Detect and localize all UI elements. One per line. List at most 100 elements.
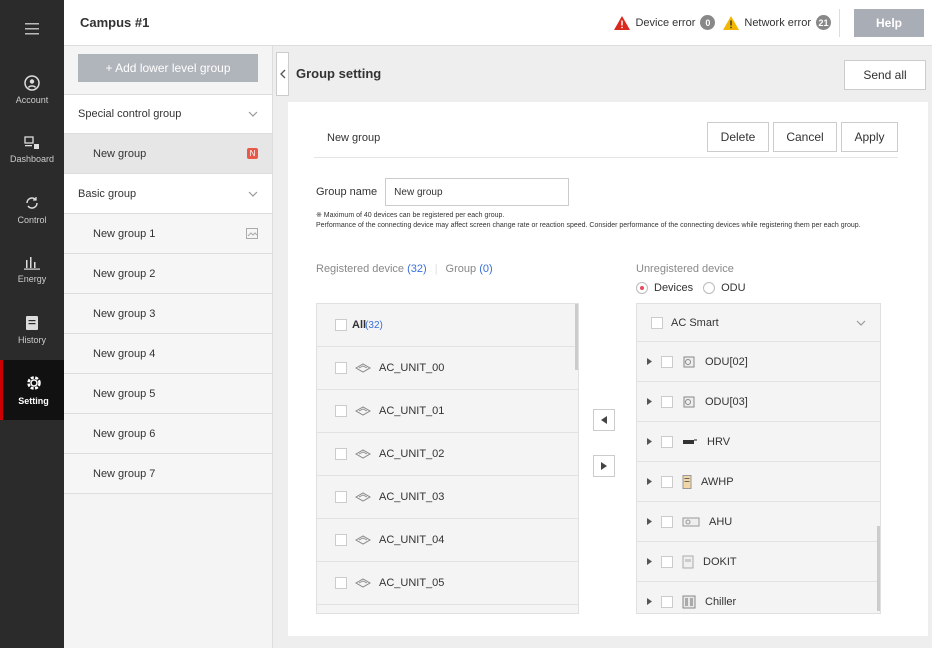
list-item[interactable]: AHU [637, 502, 880, 542]
list-item[interactable]: AC_UNIT_00 [317, 347, 578, 390]
send-all-button[interactable]: Send all [844, 60, 926, 90]
list-item[interactable]: DOKIT [637, 542, 880, 582]
radio-odu[interactable] [703, 282, 716, 294]
chevron-down-icon[interactable] [856, 320, 866, 326]
hamburger-menu-icon[interactable] [0, 0, 64, 58]
device-checkbox[interactable] [661, 595, 673, 608]
arrow-left-icon [601, 416, 607, 424]
unregistered-header[interactable]: AC Smart [637, 304, 880, 342]
sidebar-item-new-group-4[interactable]: New group 4 [64, 334, 272, 374]
ceiling-cassette-icon [355, 449, 371, 459]
device-checkbox[interactable] [335, 534, 347, 546]
sidebar-item-label: New group 1 [93, 227, 156, 240]
list-item-all[interactable]: All (32) [317, 304, 578, 347]
collapse-sidebar-button[interactable] [276, 52, 289, 96]
move-right-button[interactable] [593, 455, 615, 477]
help-button[interactable]: Help [854, 8, 924, 37]
tab-divider: | [434, 263, 438, 275]
registered-tabs: Registered device (32) | Group (0) [316, 263, 493, 275]
panel-header: New group Delete Cancel Apply [314, 122, 898, 158]
add-lower-level-group-button[interactable]: + Add lower level group [78, 54, 258, 82]
list-item[interactable]: AC_UNIT_05 [317, 562, 578, 605]
device-checkbox[interactable] [661, 515, 673, 528]
group-name-input[interactable] [385, 178, 570, 206]
device-checkbox[interactable] [661, 355, 673, 368]
device-type-radios: Devices ODU [636, 282, 746, 294]
group-header-basic[interactable]: Basic group [64, 174, 272, 214]
list-item[interactable]: Chiller [637, 582, 880, 613]
odu-icon [683, 356, 695, 367]
nav-history[interactable]: History [0, 300, 64, 360]
expand-triangle-icon[interactable] [647, 558, 652, 565]
group-header-label: Special control group [78, 108, 182, 120]
sidebar-item-new-group-7[interactable]: New group 7 [64, 454, 272, 494]
nav-energy[interactable]: Energy [0, 240, 64, 300]
nav-label: Control [17, 215, 47, 225]
list-item[interactable]: AC_UNIT_01 [317, 390, 578, 433]
device-label: AWHP [701, 475, 734, 488]
expand-triangle-icon[interactable] [647, 518, 652, 525]
sidebar-item-new-group-5[interactable]: New group 5 [64, 374, 272, 414]
delete-button[interactable]: Delete [707, 122, 769, 152]
nav-account[interactable]: Account [0, 60, 64, 120]
unregistered-device-title: Unregistered device [636, 263, 734, 275]
expand-triangle-icon[interactable] [647, 398, 652, 405]
registration-note: ※ Maximum of 40 devices can be registere… [316, 211, 906, 231]
device-checkbox[interactable] [335, 405, 347, 417]
new-badge: N [247, 148, 258, 159]
list-item[interactable]: ODU[03] [637, 382, 880, 422]
registered-rows: AC_UNIT_00 AC_UNIT_01 AC_UNIT_02 AC_UNIT_03… [317, 347, 578, 605]
device-label: ODU[03] [705, 395, 748, 408]
device-label: AC_UNIT_01 [379, 405, 445, 417]
move-left-button[interactable] [593, 409, 615, 431]
main-nav: Account Dashboard Control Energy History… [0, 0, 64, 648]
device-error-indicator[interactable]: Device error 0 [614, 15, 716, 30]
list-item[interactable]: AC_UNIT_03 [317, 476, 578, 519]
section-title: Group setting [296, 66, 382, 81]
device-checkbox[interactable] [661, 475, 673, 488]
expand-triangle-icon[interactable] [647, 478, 652, 485]
checkbox-ac-smart[interactable] [651, 316, 663, 329]
nav-label: History [17, 335, 46, 345]
tab-registered-device[interactable]: Registered device (32) [316, 263, 427, 275]
device-checkbox[interactable] [661, 435, 673, 448]
expand-triangle-icon[interactable] [647, 438, 652, 445]
sidebar-item-new-group-6[interactable]: New group 6 [64, 414, 272, 454]
checkbox-all[interactable] [335, 319, 347, 331]
sidebar-item-new-group-2[interactable]: New group 2 [64, 254, 272, 294]
radio-devices[interactable] [636, 282, 648, 294]
device-checkbox[interactable] [335, 577, 347, 589]
device-checkbox[interactable] [335, 362, 347, 374]
device-checkbox[interactable] [661, 555, 673, 568]
list-item[interactable]: AC_UNIT_04 [317, 519, 578, 562]
network-error-indicator[interactable]: Network error 21 [723, 15, 831, 30]
ac-smart-label: AC Smart [671, 316, 719, 329]
expand-triangle-icon[interactable] [647, 598, 652, 605]
cancel-button[interactable]: Cancel [773, 122, 837, 152]
nav-setting[interactable]: Setting [0, 360, 64, 420]
device-checkbox[interactable] [335, 491, 347, 503]
sidebar-item-new-group-1[interactable]: New group 1 [64, 214, 272, 254]
nav-control[interactable]: Control [0, 180, 64, 240]
expand-triangle-icon[interactable] [647, 358, 652, 365]
list-item[interactable]: ODU[02] [637, 342, 880, 382]
scrollbar[interactable] [575, 304, 578, 370]
sidebar-item-new-group[interactable]: New group N [64, 134, 272, 174]
scrollbar[interactable] [877, 526, 880, 611]
image-icon[interactable] [246, 228, 258, 239]
error-triangle-icon [614, 15, 631, 30]
device-checkbox[interactable] [661, 395, 673, 408]
list-item[interactable]: AWHP [637, 462, 880, 502]
gear-icon [26, 376, 41, 390]
tab-group[interactable]: Group (0) [446, 263, 493, 275]
nav-dashboard[interactable]: Dashboard [0, 120, 64, 180]
list-item[interactable]: AC_UNIT_02 [317, 433, 578, 476]
group-header-special[interactable]: Special control group [64, 94, 272, 134]
apply-button[interactable]: Apply [841, 122, 898, 152]
nav-label: Account [15, 95, 49, 105]
history-icon [26, 316, 38, 330]
tab-count: (0) [479, 263, 493, 275]
device-checkbox[interactable] [335, 448, 347, 460]
list-item[interactable]: HRV [637, 422, 880, 462]
sidebar-item-new-group-3[interactable]: New group 3 [64, 294, 272, 334]
